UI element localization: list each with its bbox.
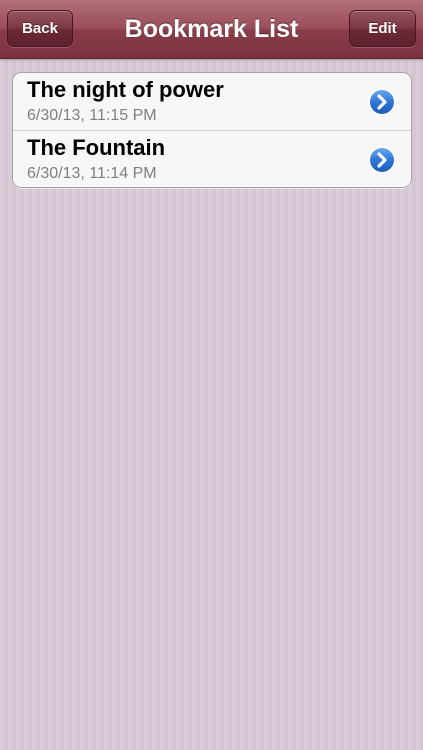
edit-button-label: Edit [368,20,397,37]
chevron-right-circle-icon [368,88,396,116]
bookmark-title: The Fountain [27,135,166,160]
page-title: Bookmark List [124,14,299,43]
back-button-label: Back [22,20,58,37]
back-button[interactable]: Back [7,10,73,47]
disclosure-button[interactable] [367,145,397,175]
bookmark-row[interactable]: The night of power 6/30/13, 11:15 PM [13,73,411,130]
chevron-right-circle-icon [368,146,396,174]
disclosure-button[interactable] [367,87,397,117]
bookmark-row[interactable]: The Fountain 6/30/13, 11:14 PM [13,130,411,187]
navigation-bar: Back Bookmark List Edit [0,0,423,59]
bookmark-title: The night of power [27,77,224,102]
bookmark-date: 6/30/13, 11:14 PM [27,165,157,182]
edit-button[interactable]: Edit [349,10,416,47]
bookmark-list: The night of power 6/30/13, 11:15 PM The… [12,72,412,188]
bookmark-date: 6/30/13, 11:15 PM [27,107,157,124]
